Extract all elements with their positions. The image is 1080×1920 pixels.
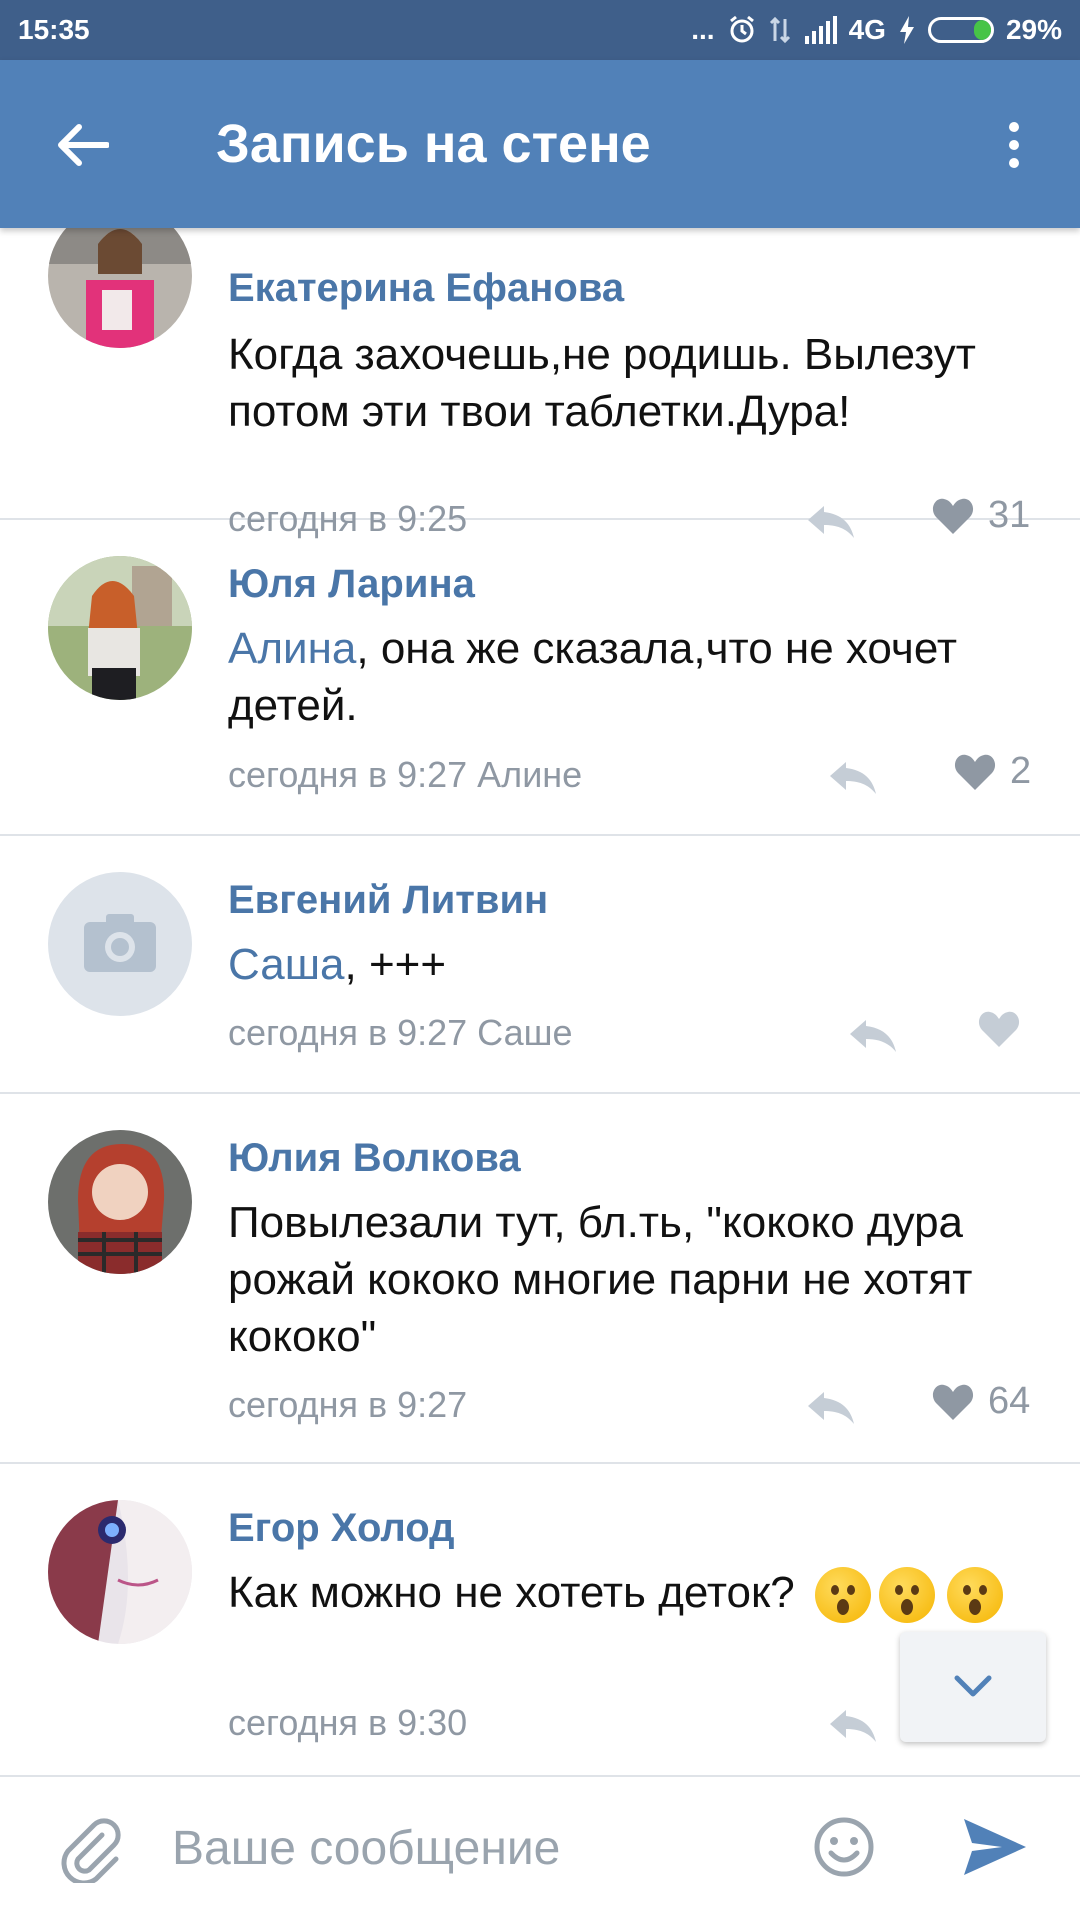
- signal-icon: [803, 16, 837, 44]
- comment-item: Юлия Волкова Повылезали тут, бл.ть, "кок…: [0, 1094, 1080, 1464]
- heart-icon: [978, 1011, 1020, 1047]
- comment-text: Алина, она же сказала,что не хочет детей…: [228, 620, 1048, 734]
- comment-item: Евгений Литвин Саша, +++ сегодня в 9:27 …: [0, 836, 1080, 1094]
- more-dot: [1009, 122, 1019, 132]
- astonished-face-emoji: [814, 1567, 871, 1624]
- avatar[interactable]: [48, 1130, 192, 1274]
- like-count: 64: [988, 1380, 1031, 1422]
- scroll-down-button[interactable]: [900, 1632, 1046, 1742]
- battery-icon: [927, 17, 994, 43]
- attach-icon[interactable]: [54, 1813, 124, 1883]
- more-dot: [1009, 158, 1019, 168]
- status-time: 15:35: [18, 14, 90, 45]
- page-title: Запись на стене: [216, 114, 651, 174]
- like-button[interactable]: [978, 1010, 1034, 1048]
- alarm-icon: [727, 15, 757, 45]
- user-photo: [48, 228, 192, 348]
- app-bar: Запись на стене: [0, 60, 1080, 228]
- arrow-back-icon: [58, 124, 109, 166]
- comment-item: Екатерина Ефанова Когда захочешь,не роди…: [0, 228, 1080, 539]
- more-dot: [1009, 140, 1019, 150]
- comment-text-body: , +++: [344, 940, 447, 989]
- reply-icon[interactable]: [826, 1706, 878, 1746]
- like-button[interactable]: 2: [954, 750, 1031, 793]
- like-button[interactable]: 64: [932, 1380, 1030, 1423]
- reply-icon[interactable]: [804, 1388, 856, 1428]
- camera-icon: [84, 914, 156, 972]
- smiley-icon[interactable]: [812, 1815, 876, 1879]
- comment-author[interactable]: Юля Ларина: [228, 562, 475, 607]
- reply-icon[interactable]: [826, 758, 878, 798]
- data-arrows-icon: [769, 15, 791, 45]
- battery-percent: 29%: [1005, 14, 1062, 45]
- avatar[interactable]: [48, 228, 192, 348]
- comment-time: сегодня в 9:30: [228, 1702, 468, 1743]
- comment-text: Повылезали тут, бл.ть, "кококо дура рожа…: [228, 1198, 973, 1361]
- more-options-button[interactable]: [984, 110, 1044, 180]
- mention-link[interactable]: Алина: [228, 624, 356, 673]
- mention-link[interactable]: Саша: [228, 940, 345, 989]
- comment-text-body: Как можно не хотеть деток?: [228, 1568, 795, 1617]
- comment-author[interactable]: Егор Холод: [228, 1506, 455, 1551]
- comment-text: Когда захочешь,не родишь. Вылезут потом …: [228, 330, 976, 436]
- comment-time: сегодня в 9:27 Саше: [228, 1012, 573, 1053]
- comment-author[interactable]: Екатерина Ефанова: [228, 266, 624, 311]
- like-count: 2: [1010, 750, 1032, 792]
- astonished-face-emoji: [878, 1567, 935, 1624]
- heart-icon: [932, 1384, 974, 1420]
- avatar[interactable]: [48, 556, 192, 700]
- message-input[interactable]: [170, 1807, 774, 1889]
- back-button[interactable]: [48, 110, 118, 180]
- heart-icon: [954, 754, 996, 790]
- comment-item: Юля Ларина Алина, она же сказала,что не …: [0, 520, 1080, 836]
- comment-time: сегодня в 9:27 Алине: [228, 754, 583, 795]
- user-photo: [48, 1500, 192, 1644]
- comment-author[interactable]: Евгений Литвин: [228, 878, 548, 923]
- user-photo: [48, 556, 192, 700]
- reply-icon[interactable]: [846, 1016, 898, 1056]
- comment-text: Саша, +++: [228, 936, 1048, 993]
- network-type: 4G: [848, 14, 886, 45]
- avatar-placeholder[interactable]: [48, 872, 192, 1016]
- send-icon[interactable]: [960, 1815, 1030, 1879]
- message-composer: [0, 1775, 1080, 1920]
- status-icons: ... 4G 29%: [691, 14, 1062, 46]
- comment-text: Как можно не хотеть деток?: [228, 1564, 1048, 1624]
- charging-icon: [898, 15, 916, 45]
- user-photo: [48, 1130, 192, 1274]
- status-bar: 15:35 ... 4G 29%: [0, 0, 1080, 60]
- avatar[interactable]: [48, 1500, 192, 1644]
- comment-author[interactable]: Юлия Волкова: [228, 1136, 521, 1181]
- chevron-down-icon: [954, 1675, 992, 1697]
- comment-time: сегодня в 9:27: [228, 1384, 468, 1425]
- notification-dots: ...: [691, 14, 715, 45]
- comments-list[interactable]: Екатерина Ефанова Когда захочешь,не роди…: [0, 228, 1080, 1775]
- astonished-face-emoji: [947, 1567, 1004, 1624]
